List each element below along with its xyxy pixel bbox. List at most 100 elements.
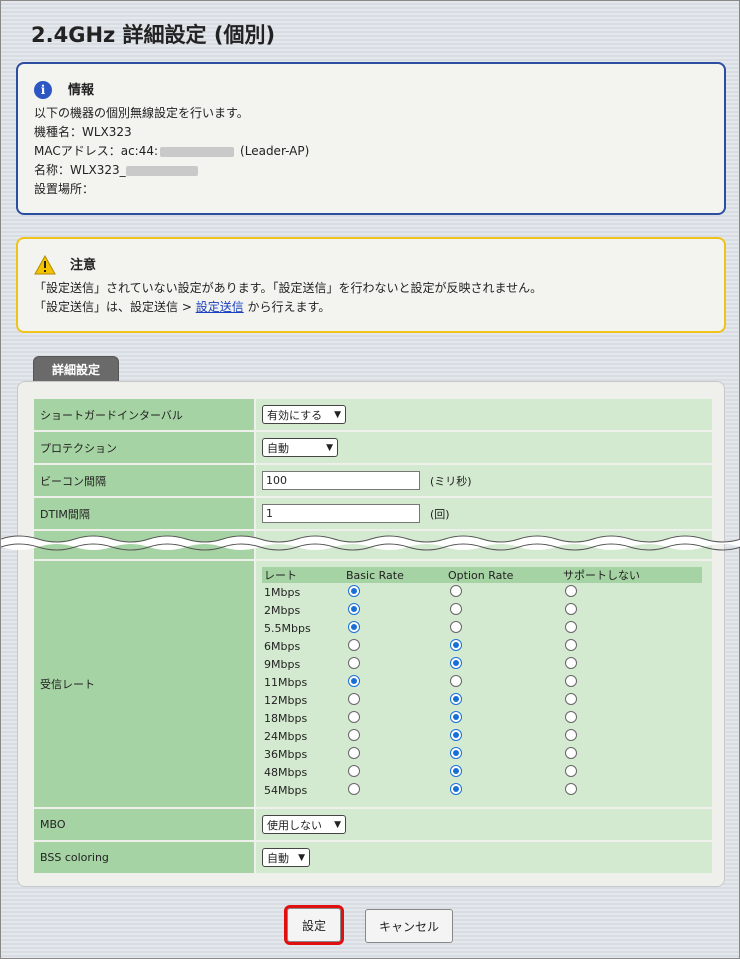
rate-name: 12Mbps: [264, 693, 308, 707]
short-gi-cell: 有効にする ▼: [256, 399, 712, 430]
rate-header-unsupported: サポートしない: [563, 569, 640, 582]
rx-rate-cell: レート Basic Rate Option Rate サポートしない 1Mbps…: [256, 561, 712, 807]
rate-radio-basic[interactable]: [348, 728, 360, 741]
info-name: 名称：WLX323_: [34, 161, 708, 180]
rate-radio-none[interactable]: [565, 728, 577, 741]
tab-advanced-settings[interactable]: 詳細設定: [33, 356, 119, 382]
page-title: 2.4GHz 詳細設定 (個別): [31, 23, 276, 47]
info-mac-prefix: MACアドレス：ac:44:: [34, 144, 159, 158]
rate-name: 48Mbps: [264, 765, 308, 779]
rate-table-header: レート Basic Rate Option Rate サポートしない: [262, 567, 702, 583]
rate-cell-basic: [346, 602, 448, 618]
rate-radio-option[interactable]: [450, 710, 462, 723]
chevron-down-icon: ▼: [334, 409, 341, 420]
rate-radio-option[interactable]: [450, 746, 462, 759]
send-settings-link[interactable]: 設定送信: [196, 300, 244, 314]
rate-radio-none[interactable]: [565, 656, 577, 669]
chevron-down-icon: ▼: [326, 442, 333, 453]
rate-radio-option[interactable]: [450, 584, 462, 597]
rate-radio-option[interactable]: [450, 692, 462, 705]
mbo-cell: 使用しない ▼: [256, 809, 712, 840]
rate-cell-basic: [346, 656, 448, 672]
rate-radio-none[interactable]: [565, 584, 577, 597]
short-gi-value: 有効にする: [267, 408, 323, 422]
rate-header-option: Option Rate: [448, 568, 514, 582]
rate-cell-option: [448, 746, 563, 762]
rate-radio-option[interactable]: [450, 602, 462, 615]
beacon-unit: (ミリ秒): [430, 474, 472, 488]
rate-radio-none[interactable]: [565, 602, 577, 615]
info-model: 機種名：WLX323: [34, 125, 132, 139]
rate-cell-option: [448, 710, 563, 726]
rate-cell-option: [448, 674, 563, 690]
short-gi-label: ショートガードインターバル: [34, 399, 256, 430]
rate-radio-none[interactable]: [565, 746, 577, 759]
info-header: i 情報: [34, 78, 708, 102]
rate-cell-none: [563, 710, 702, 726]
rate-name: 9Mbps: [264, 657, 301, 671]
rate-radio-none[interactable]: [565, 638, 577, 651]
rate-cell-option: [448, 764, 563, 780]
rate-radio-none[interactable]: [565, 620, 577, 633]
row-beacon: ビーコン間隔 100 (ミリ秒): [34, 465, 712, 496]
rate-row: 24Mbps: [262, 727, 702, 745]
bss-value: 自動: [267, 851, 289, 865]
rate-radio-none[interactable]: [565, 674, 577, 687]
rate-radio-none[interactable]: [565, 692, 577, 705]
rate-cell-basic: [346, 620, 448, 636]
rate-radio-basic[interactable]: [348, 656, 360, 669]
rate-radio-basic[interactable]: [348, 638, 360, 651]
rate-radio-none[interactable]: [565, 764, 577, 777]
rate-radio-basic[interactable]: [348, 710, 360, 723]
rate-cell-basic: [346, 782, 448, 798]
rate-cell-none: [563, 620, 702, 636]
rate-radio-basic[interactable]: [348, 782, 360, 795]
rate-name: 36Mbps: [264, 747, 308, 761]
row-bss: BSS coloring 自動 ▼: [34, 842, 712, 873]
rate-radio-basic[interactable]: [348, 764, 360, 777]
rate-radio-basic[interactable]: [348, 692, 360, 705]
set-button[interactable]: 設定: [284, 905, 344, 945]
warning-heading: 注意: [70, 257, 97, 273]
rate-cell-none: [563, 782, 702, 798]
rate-row: 36Mbps: [262, 745, 702, 763]
rate-row: 48Mbps: [262, 763, 702, 781]
rate-row: 5.5Mbps: [262, 619, 702, 637]
rate-radio-option[interactable]: [450, 728, 462, 741]
short-gi-select[interactable]: 有効にする ▼: [262, 405, 346, 424]
rate-radio-option[interactable]: [450, 782, 462, 795]
protection-select[interactable]: 自動 ▼: [262, 438, 338, 457]
rate-row: 2Mbps: [262, 601, 702, 619]
rate-cell-basic: [346, 674, 448, 690]
omission-wave: [1, 535, 740, 551]
warning-line1: 「設定送信」されていない設定があります。「設定送信」を行わないと設定が反映されま…: [34, 281, 543, 295]
rate-radio-option[interactable]: [450, 620, 462, 633]
info-mac-suffix: (Leader-AP): [240, 144, 310, 158]
rate-name: 11Mbps: [264, 675, 308, 689]
rate-row: 11Mbps: [262, 673, 702, 691]
row-rx-rate: 受信レート レート Basic Rate Option Rate サポートしない…: [34, 561, 712, 807]
rate-radio-option[interactable]: [450, 656, 462, 669]
dtim-input[interactable]: 1: [262, 504, 420, 523]
rate-row: 54Mbps: [262, 781, 702, 799]
bss-select[interactable]: 自動 ▼: [262, 848, 310, 867]
rate-name: 18Mbps: [264, 711, 308, 725]
rate-radio-option[interactable]: [450, 638, 462, 651]
rate-cell-option: [448, 782, 563, 798]
rate-radio-basic[interactable]: [348, 602, 360, 615]
rate-row: 18Mbps: [262, 709, 702, 727]
rate-cell-basic: [346, 692, 448, 708]
rate-radio-none[interactable]: [565, 710, 577, 723]
rate-radio-option[interactable]: [450, 764, 462, 777]
warning-box: 注意 「設定送信」されていない設定があります。「設定送信」を行わないと設定が反映…: [16, 237, 726, 333]
rate-radio-basic[interactable]: [348, 620, 360, 633]
rate-radio-basic[interactable]: [348, 746, 360, 759]
rate-cell-option: [448, 638, 563, 654]
rate-radio-none[interactable]: [565, 782, 577, 795]
beacon-input[interactable]: 100: [262, 471, 420, 490]
rate-radio-basic[interactable]: [348, 584, 360, 597]
rate-radio-basic[interactable]: [348, 674, 360, 687]
mbo-select[interactable]: 使用しない ▼: [262, 815, 346, 834]
rate-radio-option[interactable]: [450, 674, 462, 687]
cancel-button[interactable]: キャンセル: [365, 909, 453, 943]
